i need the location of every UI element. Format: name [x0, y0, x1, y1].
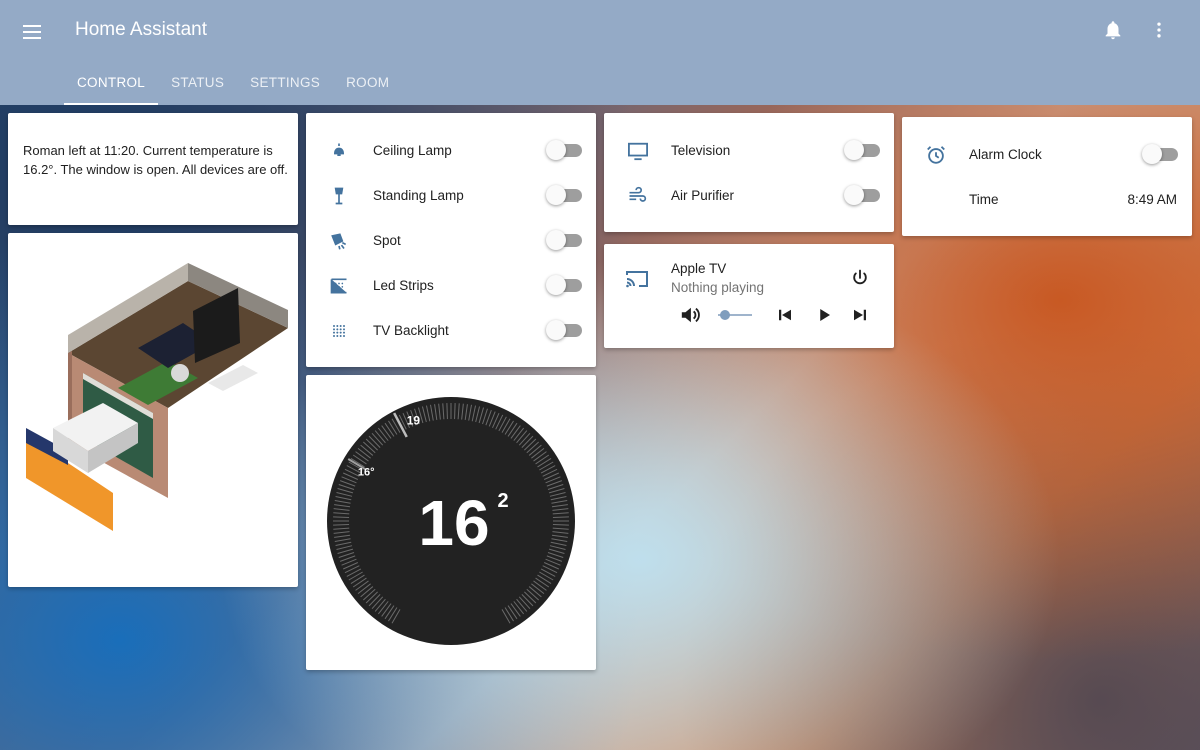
app-header: Home Assistant CONTROL STATUS SETTINGS R…	[0, 0, 1200, 105]
ceiling-lamp-toggle[interactable]	[546, 140, 582, 160]
led-strip-icon	[330, 278, 347, 293]
air-purifier-toggle[interactable]	[844, 185, 880, 205]
entity-row: Spot	[306, 218, 596, 263]
dial-tick	[552, 524, 569, 526]
alarm-clock-icon	[927, 146, 945, 164]
alarm-clock-label: Alarm Clock	[969, 147, 1042, 162]
alarm-time-value: 8:49 AM	[1127, 192, 1177, 207]
entity-row: Ceiling Lamp	[306, 128, 596, 173]
tab-settings[interactable]: SETTINGS	[237, 62, 333, 105]
entity-row: Air Purifier	[604, 173, 894, 218]
thermostat-dial[interactable]: 19 16° 16 2	[306, 375, 596, 670]
tab-status[interactable]: STATUS	[158, 62, 237, 105]
current-temperature-decimal: 2	[497, 490, 508, 512]
app-title: Home Assistant	[75, 19, 207, 40]
room-render-image[interactable]	[8, 233, 298, 587]
entity-label: TV Backlight	[373, 323, 449, 338]
dial-tick	[446, 403, 448, 420]
media-player-card: Apple TV Nothing playing	[604, 244, 894, 348]
volume-slider-knob[interactable]	[719, 310, 730, 320]
led-strips-toggle[interactable]	[546, 275, 582, 295]
ceiling-lamp-icon	[333, 143, 345, 156]
thermostat-card: 19 16° 16 2	[306, 375, 596, 670]
air-purifier-icon	[629, 186, 647, 202]
volume-icon[interactable]	[679, 305, 701, 325]
entity-row: Led Strips	[306, 263, 596, 308]
current-temperature-marker-label: 16°	[358, 466, 375, 478]
media-player-name: Apple TV	[671, 261, 727, 276]
entity-row: Standing Lamp	[306, 173, 596, 218]
alarm-card: Alarm Clock Time 8:49 AM	[902, 117, 1192, 236]
media-player-status: Nothing playing	[671, 280, 765, 295]
previous-track-icon[interactable]	[776, 306, 794, 324]
entity-row: Television	[604, 128, 894, 173]
entity-label: Ceiling Lamp	[373, 143, 452, 158]
next-track-icon[interactable]	[851, 306, 869, 324]
floor-lamp-icon	[334, 187, 344, 204]
entity-label: Led Strips	[373, 278, 434, 293]
play-icon[interactable]	[815, 306, 833, 324]
alarm-clock-toggle[interactable]	[1142, 144, 1178, 164]
standing-lamp-toggle[interactable]	[546, 185, 582, 205]
entity-label: Standing Lamp	[373, 188, 464, 203]
tab-room[interactable]: ROOM	[333, 62, 402, 105]
dial-tick	[333, 516, 350, 518]
bell-icon[interactable]	[1102, 19, 1124, 41]
spot-toggle[interactable]	[546, 230, 582, 250]
television-toggle[interactable]	[844, 140, 880, 160]
dots-grid-icon	[333, 324, 345, 337]
entity-label: Spot	[373, 233, 401, 248]
lights-card: Ceiling Lamp Standing Lamp Spot Led Stri…	[306, 113, 596, 367]
floorplan-card	[8, 233, 298, 587]
dial-tick	[333, 524, 350, 526]
spotlight-icon	[331, 232, 347, 250]
current-temperature-whole: 16	[418, 487, 489, 559]
tab-bar: CONTROL STATUS SETTINGS ROOM	[64, 62, 402, 105]
target-temperature-label: 19	[407, 414, 421, 428]
volume-slider[interactable]	[718, 310, 754, 320]
entity-row: TV Backlight	[306, 308, 596, 353]
dial-tick	[552, 516, 569, 518]
time-label: Time	[969, 192, 999, 207]
menu-icon[interactable]	[20, 18, 48, 44]
cast-icon	[626, 271, 648, 288]
devices-card: Television Air Purifier	[604, 113, 894, 232]
entity-label: Air Purifier	[671, 188, 735, 203]
summary-card: Roman left at 11:20. Current temperature…	[8, 113, 298, 225]
tv-icon	[628, 142, 648, 160]
entity-label: Television	[671, 143, 731, 158]
power-icon[interactable]	[850, 268, 870, 288]
dial-tick	[454, 403, 456, 420]
tab-control[interactable]: CONTROL	[64, 62, 159, 105]
summary-text: Roman left at 11:20. Current temperature…	[23, 143, 288, 177]
tv-backlight-toggle[interactable]	[546, 320, 582, 340]
more-vert-icon[interactable]	[1149, 19, 1169, 41]
